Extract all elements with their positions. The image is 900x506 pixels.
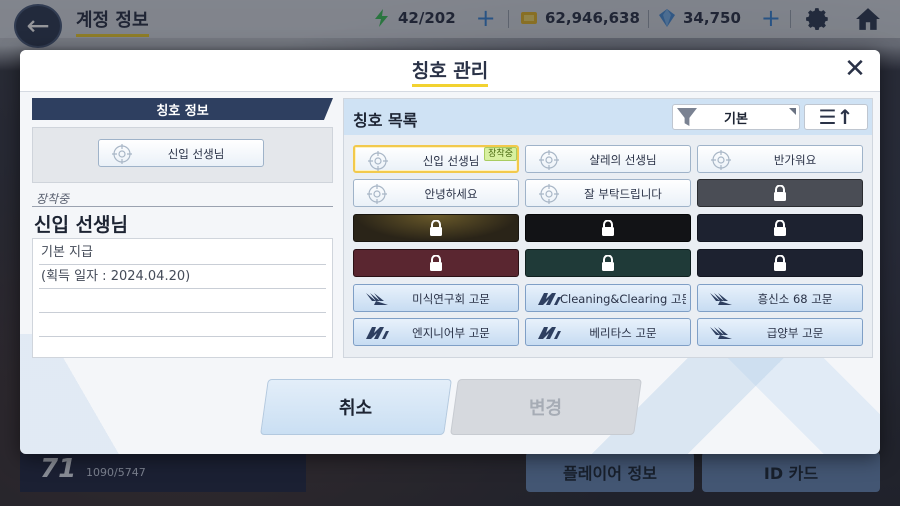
title-cell[interactable]: 반가워요 xyxy=(697,145,863,173)
title-cell[interactable]: 미식연구회 고문 xyxy=(353,284,519,312)
title-cell[interactable]: 엔지니어부 고문 xyxy=(353,318,519,346)
title-description-box: 기본 지급 (획득 일자 : 2024.04.20) xyxy=(32,238,333,358)
title-cell[interactable]: 샬레의 선생님 xyxy=(525,145,691,173)
cancel-button[interactable]: 취소 xyxy=(260,379,452,435)
title-cell-label: 미식연구회 고문 xyxy=(412,292,490,306)
title-cell[interactable] xyxy=(353,214,519,242)
crosshair-icon xyxy=(711,150,731,170)
club-wings-icon xyxy=(710,293,732,305)
club-m-icon xyxy=(538,327,561,339)
current-title-box: 신입 선생님 xyxy=(32,127,333,183)
description-line: 기본 지급 xyxy=(39,241,326,265)
crosshair-icon xyxy=(112,144,132,164)
title-cell[interactable] xyxy=(525,249,691,277)
lock-icon xyxy=(774,185,786,201)
title-cell[interactable]: Cleaning&Clearing 고문 xyxy=(525,284,691,312)
title-cell[interactable] xyxy=(525,214,691,242)
title-cell[interactable] xyxy=(697,214,863,242)
title-cell-label: 급양부 고문 xyxy=(766,326,824,340)
filter-label: 기본 xyxy=(724,111,748,127)
title-info-header: 칭호 정보 xyxy=(32,98,333,120)
title-cell[interactable]: 급양부 고문 xyxy=(697,318,863,346)
title-cell-label: 베리타스 고문 xyxy=(589,326,657,340)
title-cell-label: 흥신소 68 고문 xyxy=(757,292,833,306)
equipped-badge: 장착중 xyxy=(484,147,517,161)
title-cell-label: 잘 부탁드립니다 xyxy=(584,187,662,201)
close-icon[interactable]: ✕ xyxy=(842,56,868,82)
title-list-panel: 칭호 목록 기본 ☰↑ 신입 선생님 장착중 샬레의 선생님 반가워요안녕하세요 잘 부… xyxy=(343,98,873,358)
corner-mark xyxy=(789,108,796,115)
title-cell[interactable]: 신입 선생님 장착중 xyxy=(353,145,519,173)
description-line xyxy=(39,313,326,337)
title-list-header: 칭호 목록 기본 ☰↑ xyxy=(344,99,872,135)
title-cell-label: Cleaning&Clearing 고문 xyxy=(560,292,686,306)
crosshair-icon xyxy=(539,184,559,204)
lock-icon xyxy=(430,220,442,236)
club-wings-icon xyxy=(710,327,732,339)
crosshair-icon xyxy=(367,184,387,204)
dialog-header: 칭호 관리 ✕ xyxy=(20,50,880,92)
lock-icon xyxy=(774,255,786,271)
sort-icon: ☰↑ xyxy=(818,105,854,129)
description-line xyxy=(39,337,326,361)
title-cell-label: 안녕하세요 xyxy=(424,187,478,201)
title-cell-label: 샬레의 선생님 xyxy=(589,153,657,167)
title-cell[interactable] xyxy=(353,249,519,277)
description-line: (획득 일자 : 2024.04.20) xyxy=(39,265,326,289)
lock-icon xyxy=(602,255,614,271)
filter-icon xyxy=(677,108,697,126)
change-button[interactable]: 변경 xyxy=(450,379,642,435)
current-title-label: 신입 선생님 xyxy=(167,147,225,161)
title-cell[interactable] xyxy=(697,249,863,277)
filter-button[interactable]: 기본 xyxy=(672,104,800,130)
title-cell-label: 반가워요 xyxy=(773,153,817,167)
sort-button[interactable]: ☰↑ xyxy=(804,104,868,130)
title-cell[interactable] xyxy=(697,179,863,207)
title-cell[interactable]: 안녕하세요 xyxy=(353,179,519,207)
title-cell[interactable]: 베리타스 고문 xyxy=(525,318,691,346)
lock-icon xyxy=(430,255,442,271)
lock-icon xyxy=(602,220,614,236)
title-list-title: 칭호 목록 xyxy=(353,111,418,130)
crosshair-icon xyxy=(539,150,559,170)
dialog-title: 칭호 관리 xyxy=(20,56,880,87)
current-title-chip: 신입 선생님 xyxy=(98,139,264,167)
club-wings-icon xyxy=(366,293,388,305)
title-cell[interactable]: 흥신소 68 고문 xyxy=(697,284,863,312)
club-m-icon xyxy=(366,327,389,339)
lock-icon xyxy=(774,220,786,236)
club-m-icon xyxy=(538,293,561,305)
description-line xyxy=(39,289,326,313)
equipped-label: 장착중 xyxy=(36,192,70,206)
divider xyxy=(32,206,333,207)
title-cell-label: 엔지니어부 고문 xyxy=(412,326,490,340)
crosshair-icon xyxy=(368,151,388,171)
title-management-dialog: 칭호 관리 ✕ 칭호 정보 신입 선생님 장착중 신입 선생님 기본 지급 (획… xyxy=(20,50,880,454)
equipped-title-name: 신입 선생님 xyxy=(34,214,129,236)
title-cell[interactable]: 잘 부탁드립니다 xyxy=(525,179,691,207)
